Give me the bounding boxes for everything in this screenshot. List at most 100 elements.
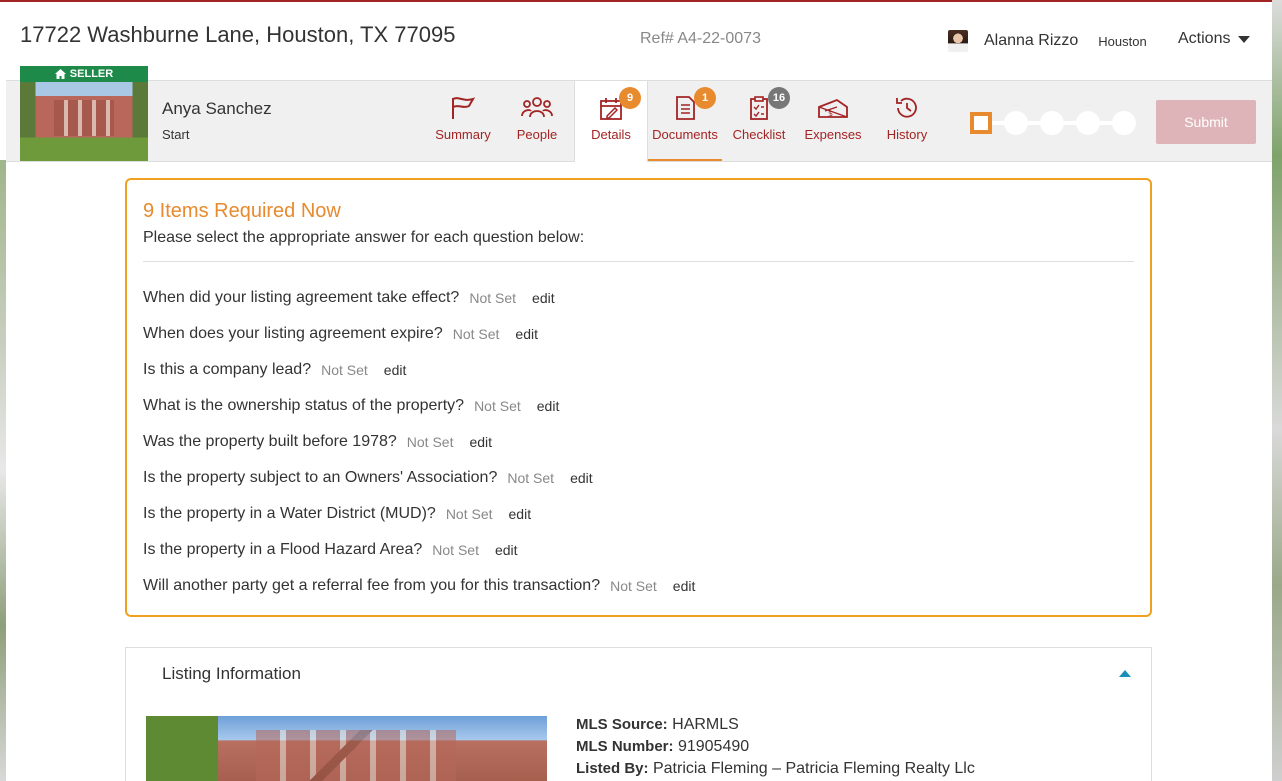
- actions-label: Actions: [1178, 30, 1231, 47]
- question-edit-link[interactable]: edit: [495, 542, 518, 558]
- header: 17722 Washburne Lane, Houston, TX 77095 …: [6, 2, 1272, 80]
- listing-information-title[interactable]: Listing Information: [162, 664, 301, 684]
- people-icon: [521, 97, 553, 118]
- question-status: Not Set: [406, 434, 454, 450]
- tab-history-label: History: [886, 127, 928, 142]
- question-row: Is the property in a Water District (MUD…: [143, 496, 1134, 532]
- details-count-badge: 9: [619, 87, 641, 109]
- tab-people[interactable]: People: [500, 81, 574, 161]
- property-thumbnail[interactable]: [20, 82, 148, 161]
- transaction-stage: Start: [162, 127, 190, 142]
- svg-text:$: $: [828, 109, 833, 118]
- reference-number: Ref# A4-22-0073: [640, 30, 761, 47]
- question-edit-link[interactable]: edit: [532, 290, 555, 306]
- divider: [143, 261, 1134, 262]
- question-status: Not Set: [445, 506, 493, 522]
- mls-source-row: MLS Source: HARMLS: [576, 714, 975, 736]
- required-items-panel: 9 Items Required Now Please select the a…: [125, 178, 1152, 617]
- question-status: Not Set: [507, 470, 555, 486]
- mls-details: MLS Source: HARMLS MLS Number: 91905490 …: [576, 714, 975, 780]
- question-edit-link[interactable]: edit: [570, 470, 593, 486]
- history-icon: [896, 97, 917, 118]
- question-text: When does your listing agreement expire?: [143, 325, 443, 342]
- question-text: Is the property in a Flood Hazard Area?: [143, 541, 423, 558]
- transaction-toolbar: SELLER Anya Sanchez Start Summary People: [6, 66, 1272, 162]
- actions-dropdown[interactable]: Actions: [1178, 30, 1251, 48]
- question-row: Was the property built before 1978? Not …: [143, 424, 1134, 460]
- question-row: Will another party get a referral fee fr…: [143, 568, 1134, 604]
- required-items-subtitle: Please select the appropriate answer for…: [143, 229, 585, 246]
- required-items-title: 9 Items Required Now: [143, 200, 341, 222]
- tab-expenses[interactable]: $ Expenses: [796, 81, 870, 161]
- property-address: 17722 Washburne Lane, Houston, TX 77095: [20, 22, 456, 47]
- question-status: Not Set: [452, 326, 500, 342]
- mls-number-label: MLS Number:: [576, 738, 674, 755]
- listed-by-label: Listed By:: [576, 760, 649, 777]
- tab-documents[interactable]: Documents 1: [648, 81, 722, 161]
- user-menu[interactable]: Alanna Rizzo Houston: [948, 30, 1147, 52]
- money-icon: $: [818, 98, 848, 118]
- question-status: Not Set: [474, 398, 521, 414]
- user-name: Alanna Rizzo: [984, 32, 1079, 49]
- question-text: Is the property in a Water District (MUD…: [143, 505, 436, 522]
- tab-history[interactable]: History: [870, 81, 944, 161]
- progress-step: [1076, 111, 1100, 135]
- mls-number-row: MLS Number: 91905490: [576, 736, 975, 758]
- tab-details[interactable]: Details 9: [574, 81, 648, 162]
- tab-people-label: People: [516, 127, 558, 142]
- question-status: Not Set: [321, 362, 368, 378]
- home-icon: [54, 69, 66, 79]
- progress-step: [1112, 111, 1136, 135]
- submit-button[interactable]: Submit: [1156, 100, 1256, 144]
- question-row: When does your listing agreement expire?…: [143, 316, 1134, 352]
- mls-source-value: HARMLS: [672, 716, 739, 733]
- documents-count-badge: 1: [694, 87, 716, 109]
- question-text: Is this a company lead?: [143, 361, 312, 378]
- flag-icon: [452, 97, 476, 119]
- question-row: Is this a company lead? Not Set edit: [143, 352, 1134, 388]
- question-text: Will another party get a referral fee fr…: [143, 577, 601, 594]
- question-status: Not Set: [469, 290, 517, 306]
- office-name: Houston: [1098, 33, 1147, 49]
- progress-step: [1004, 111, 1028, 135]
- question-edit-link[interactable]: edit: [515, 326, 538, 342]
- seller-badge: SELLER: [20, 66, 148, 82]
- question-edit-link[interactable]: edit: [537, 398, 560, 414]
- progress-step-current: [970, 112, 992, 134]
- question-list: When did your listing agreement take eff…: [143, 280, 1134, 604]
- checklist-count-badge: 16: [768, 87, 790, 109]
- caret-down-icon: [1238, 35, 1251, 43]
- mls-source-label: MLS Source:: [576, 716, 668, 733]
- transaction-progress: [970, 111, 1136, 135]
- avatar: [948, 30, 968, 52]
- tab-details-label: Details: [591, 127, 631, 142]
- question-edit-link[interactable]: edit: [509, 506, 532, 522]
- tab-checklist[interactable]: Checklist 16: [722, 81, 796, 161]
- question-text: Was the property built before 1978?: [143, 433, 397, 450]
- listed-by-row: Listed By: Patricia Fleming – Patricia F…: [576, 758, 975, 780]
- progress-connector: [1064, 121, 1076, 125]
- question-row: What is the ownership status of the prop…: [143, 388, 1134, 424]
- question-row: Is the property subject to an Owners' As…: [143, 460, 1134, 496]
- progress-connector: [1100, 121, 1112, 125]
- background-edge-right: [1272, 0, 1282, 781]
- question-text: Is the property subject to an Owners' As…: [143, 469, 498, 486]
- question-edit-link[interactable]: edit: [469, 434, 492, 450]
- tab-summary-label: Summary: [435, 127, 491, 142]
- transaction-nav: Summary People Details 9 Documents 1 Che…: [426, 81, 944, 162]
- tab-checklist-label: Checklist: [732, 127, 786, 142]
- chevron-up-icon[interactable]: [1119, 670, 1131, 677]
- question-row: Is the property in a Flood Hazard Area? …: [143, 532, 1134, 568]
- question-edit-link[interactable]: edit: [384, 362, 407, 378]
- listing-information-panel: Listing Information MLS Source: HARMLS M…: [125, 647, 1152, 781]
- listing-photo[interactable]: [146, 716, 547, 781]
- progress-connector: [992, 121, 1004, 125]
- tab-expenses-label: Expenses: [804, 127, 862, 142]
- question-status: Not Set: [432, 542, 479, 558]
- progress-connector: [1028, 121, 1040, 125]
- tab-documents-label: Documents: [652, 127, 718, 142]
- tab-summary[interactable]: Summary: [426, 81, 500, 161]
- question-edit-link[interactable]: edit: [673, 578, 696, 594]
- background-edge-left: [0, 160, 6, 781]
- question-text: When did your listing agreement take eff…: [143, 289, 460, 306]
